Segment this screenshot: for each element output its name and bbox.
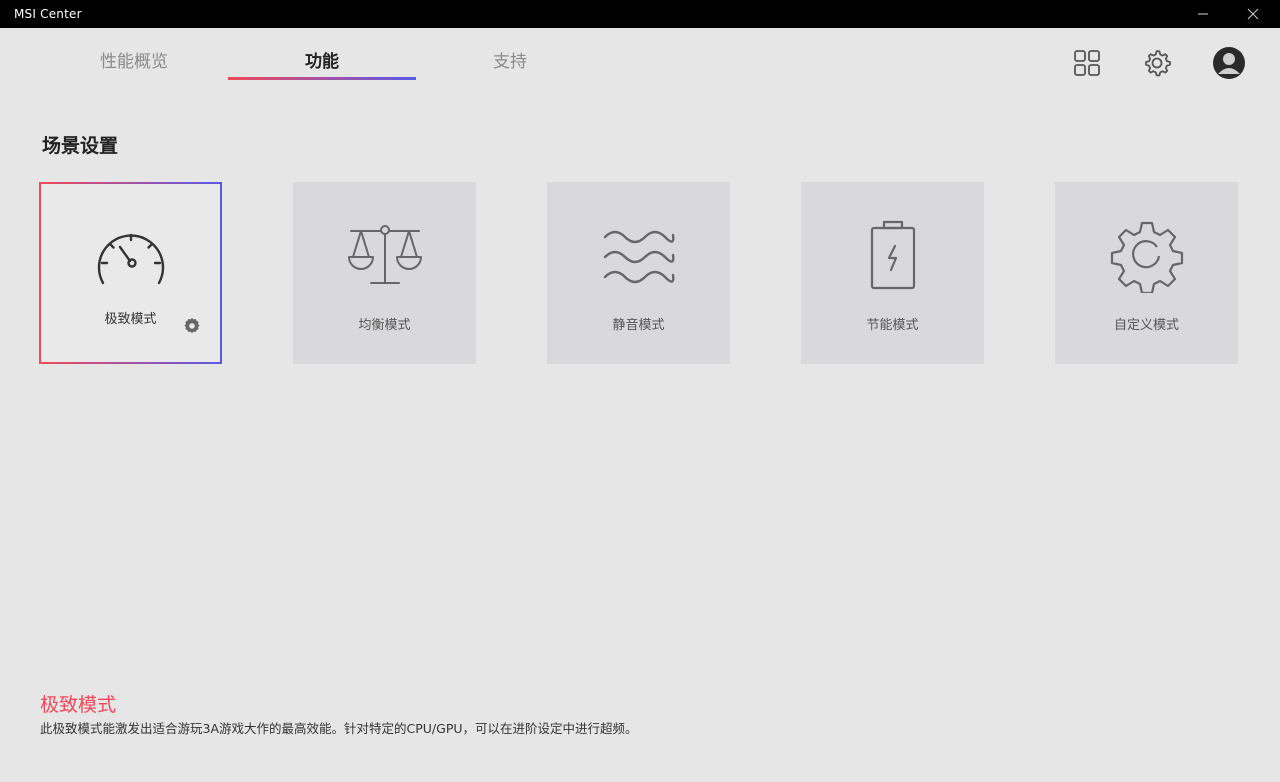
mode-card-balanced[interactable]: 均衡模式 xyxy=(293,182,476,364)
mode-label: 自定义模式 xyxy=(1113,318,1179,333)
speedometer-icon xyxy=(97,233,164,285)
mode-settings-button[interactable] xyxy=(182,316,202,336)
user-avatar-icon xyxy=(1213,47,1245,79)
tab-features[interactable]: 功能 xyxy=(228,36,416,82)
waves-icon xyxy=(603,230,675,284)
gear-icon xyxy=(1145,50,1171,77)
settings-button[interactable] xyxy=(1138,44,1176,82)
mode-card-silent[interactable]: 静音模式 xyxy=(547,182,730,364)
mode-label: 节能模式 xyxy=(866,318,919,333)
mode-card-extreme[interactable]: 极致模式 xyxy=(39,182,222,364)
mode-description-text: 此极致模式能激发出适合游玩3A游戏大作的最高效能。针对特定的CPU/GPU，可以… xyxy=(40,721,638,736)
mode-card-custom[interactable]: 自定义模式 xyxy=(1055,182,1238,364)
tab-support[interactable]: 支持 xyxy=(416,36,604,82)
mode-card-eco[interactable]: 节能模式 xyxy=(801,182,984,364)
minimize-icon xyxy=(1198,13,1208,15)
close-icon xyxy=(1247,8,1259,20)
apps-button[interactable] xyxy=(1068,44,1106,82)
apps-grid-icon xyxy=(1074,50,1100,76)
user-avatar-button[interactable] xyxy=(1210,44,1248,82)
mode-description-title: 极致模式 xyxy=(40,694,117,716)
battery-icon xyxy=(870,220,915,290)
mode-label: 均衡模式 xyxy=(358,318,411,333)
section-title: 场景设置 xyxy=(42,135,119,157)
gear-icon xyxy=(1110,221,1183,293)
close-button[interactable] xyxy=(1230,0,1276,28)
gear-icon xyxy=(184,318,200,333)
mode-label: 静音模式 xyxy=(612,318,665,333)
title-bar: MSI Center xyxy=(0,0,1280,28)
main-tabs: 性能概览 功能 支持 xyxy=(40,36,640,84)
app-title: MSI Center xyxy=(14,7,82,21)
tab-overview[interactable]: 性能概览 xyxy=(40,36,228,82)
balance-scale-icon xyxy=(347,225,422,284)
minimize-button[interactable] xyxy=(1180,0,1226,28)
active-tab-indicator xyxy=(228,77,416,80)
